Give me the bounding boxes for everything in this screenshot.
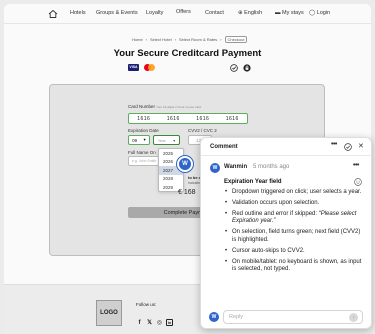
comment-time: 5 months ago bbox=[253, 164, 290, 170]
home-icon[interactable] bbox=[48, 9, 58, 19]
login-label: Login bbox=[316, 10, 331, 16]
user-icon: ◯ bbox=[309, 10, 316, 16]
list-item: Cursor auto-skips to CVV2. bbox=[224, 248, 364, 256]
expiration-label: Expiration Date bbox=[128, 128, 159, 133]
language-label: English bbox=[244, 10, 263, 16]
full-name-label: Full Name On bbox=[128, 150, 156, 155]
close-icon[interactable]: ✕ bbox=[358, 142, 364, 150]
breadcrumb-home[interactable]: Home bbox=[132, 37, 143, 42]
nav-language[interactable]: ⊕ English bbox=[238, 10, 262, 16]
list-item: Validation occurs upon selection. bbox=[224, 200, 364, 208]
year-option[interactable]: 2025 bbox=[159, 149, 183, 158]
page-title: Your Secure Creditcard Payment bbox=[113, 48, 262, 59]
bed-icon: ▬ bbox=[275, 10, 281, 16]
chevron-right-icon: › bbox=[174, 37, 176, 42]
month-select[interactable]: 09 ▾ bbox=[128, 135, 150, 145]
list-item: Red outline and error if skipped: “Pleas… bbox=[224, 211, 364, 227]
comment-author: Wanmin bbox=[224, 164, 248, 170]
my-stays-label: My stays bbox=[282, 10, 304, 16]
author-avatar: W bbox=[210, 163, 220, 173]
send-arrow-icon[interactable]: ↑ bbox=[349, 313, 358, 322]
nav-hotels[interactable]: Hotels bbox=[70, 10, 86, 16]
price: € 168 bbox=[178, 189, 196, 196]
comment-panel: Comment ••• ✕ W Wanmin 5 months ago ••• … bbox=[200, 137, 372, 329]
x-icon[interactable]: 𝕏 bbox=[146, 319, 153, 326]
list-item-text: Red outline and error if skipped: bbox=[232, 210, 319, 217]
social-links: f 𝕏 ◎ in bbox=[136, 319, 173, 326]
security-badges bbox=[230, 64, 251, 72]
year-option[interactable]: 2028 bbox=[159, 175, 183, 184]
list-item: On selection, field turns green; next fi… bbox=[224, 229, 364, 245]
more-options-icon[interactable]: ••• bbox=[331, 141, 337, 148]
card-brands: VISA bbox=[128, 64, 155, 71]
nav-my-stays[interactable]: ▬ My stays bbox=[275, 10, 304, 16]
comment-panel-title: Comment bbox=[210, 144, 238, 150]
month-value: 09 bbox=[132, 137, 138, 143]
facebook-icon[interactable]: f bbox=[136, 319, 143, 326]
comment-panel-header: Comment ••• ✕ bbox=[201, 138, 371, 156]
chevron-down-icon: ▾ bbox=[143, 137, 146, 142]
nav-offers[interactable]: Offers bbox=[176, 9, 191, 15]
comment-more-icon[interactable]: ••• bbox=[353, 162, 359, 169]
breadcrumb-select-room[interactable]: Select Room & Rates bbox=[179, 37, 217, 42]
card-number-input[interactable]: 1616 1616 1616 1616 bbox=[128, 113, 248, 124]
emoji-reaction-icon[interactable] bbox=[354, 178, 362, 186]
nav-login[interactable]: ◯ Login bbox=[309, 10, 330, 16]
footer-logo: LOGO bbox=[96, 300, 122, 326]
chevron-right-icon: › bbox=[220, 37, 222, 42]
top-nav: Hotels Groups & Events Loyalty Offers Co… bbox=[4, 4, 371, 24]
globe-icon: ⊕ bbox=[238, 10, 243, 16]
reply-input[interactable]: Reply bbox=[223, 310, 363, 324]
follow-us-label: Follow us: bbox=[136, 302, 157, 307]
breadcrumb: Home › Select Hotel › Select Room & Rates ›… bbox=[132, 36, 248, 43]
year-select[interactable]: Year ▾ bbox=[153, 135, 180, 145]
card-number-group: 1616 bbox=[196, 115, 210, 122]
comment-pin[interactable]: W bbox=[177, 156, 193, 172]
chevron-right-icon: › bbox=[145, 37, 148, 42]
resolve-check-icon[interactable] bbox=[344, 143, 352, 151]
lock-icon bbox=[243, 64, 251, 72]
list-item: On mobile/tablet: no keyboard is shown, … bbox=[224, 259, 364, 275]
year-placeholder: Year bbox=[157, 137, 166, 143]
nav-groups-events[interactable]: Groups & Events bbox=[96, 10, 138, 16]
nav-loyalty[interactable]: Loyalty bbox=[146, 10, 163, 16]
visa-logo: VISA bbox=[128, 64, 139, 71]
card-number-label: Card Number bbox=[128, 104, 156, 109]
card-number-group: 1616 bbox=[225, 115, 239, 122]
card-number-hint: Your 16-digits in front of your card bbox=[156, 105, 201, 109]
reply-row: W Reply ↑ bbox=[201, 308, 371, 328]
breadcrumb-select-hotel[interactable]: Select Hotel bbox=[150, 37, 172, 42]
chevron-down-icon: ▾ bbox=[173, 137, 176, 143]
comment-bullets: Dropdown triggered on click; user select… bbox=[224, 189, 364, 277]
list-item: Dropdown triggered on click; user select… bbox=[224, 189, 364, 197]
instagram-icon[interactable]: ◎ bbox=[156, 319, 163, 326]
nav-contact[interactable]: Contact bbox=[205, 10, 224, 16]
comment-title: Expiration Year field bbox=[224, 179, 282, 185]
card-number-group: 1616 bbox=[137, 115, 151, 122]
breadcrumb-checkout: Checkout bbox=[224, 36, 248, 43]
mastercard-logo bbox=[144, 64, 155, 71]
verified-check-icon bbox=[230, 64, 238, 72]
linkedin-icon[interactable]: in bbox=[166, 319, 173, 326]
cvv-label: CVV2 / CVC 2 bbox=[188, 128, 217, 133]
card-number-group: 1616 bbox=[166, 115, 180, 122]
reply-avatar: W bbox=[209, 312, 219, 322]
